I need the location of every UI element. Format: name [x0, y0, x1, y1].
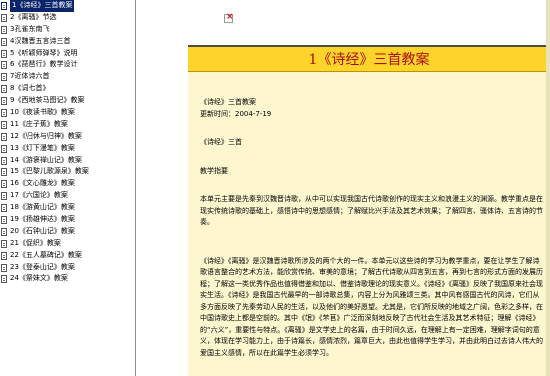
sidebar-item-label: 22《五人墓碑记》教案	[10, 250, 82, 259]
sidebar-item[interactable]: 21《促织》教案	[0, 238, 135, 250]
sidebar-item[interactable]: 9《西地茶马图记》教案	[0, 95, 135, 107]
document-icon	[1, 13, 7, 22]
sidebar-item-label: 16《文心雕龙》教案	[10, 179, 75, 188]
sidebar-item-label: 6《琵琶行》教学设计	[10, 60, 78, 69]
sidebar-item-label: 1《诗经》三首教案	[10, 0, 75, 12]
sidebar-item-label: 19《扬雄伸达》教案	[10, 215, 75, 224]
sidebar-nav: 1《诗经》三首教案 2《离骚》节选 3孔雀东南飞 4汉魏晋五言诗三首 5《听颖师弹琴》说…	[0, 0, 136, 376]
sidebar-item-label: 7近体诗六首	[10, 72, 50, 81]
document-icon	[1, 215, 7, 224]
document-icon	[1, 132, 7, 141]
sidebar-item-label: 13《灯下漫笔》教案	[10, 143, 75, 152]
sidebar-item-label: 2《离骚》节选	[10, 12, 57, 21]
sidebar-item[interactable]: 19《扬雄伸达》教案	[0, 214, 135, 226]
document-icon	[1, 97, 7, 106]
document-icon	[1, 168, 7, 177]
sidebar-item-label: 11《庄子蕉》教案	[10, 119, 68, 128]
document-icon	[1, 180, 7, 189]
sidebar-item[interactable]: 5《听颖师弹琴》说明	[0, 48, 135, 60]
document-icon	[1, 192, 7, 201]
sidebar-item-label: 20《石钟山记》教案	[10, 226, 75, 235]
sidebar-item-label: 21《促织》教案	[10, 238, 61, 247]
document-pane: 1《诗经》三首教案 《诗经》三首教案 更新时间：2004-7-19 《诗经》三首…	[188, 0, 550, 376]
document-content: 《诗经》三首教案 更新时间：2004-7-19 《诗经》三首 教学指要 本单元主…	[200, 97, 545, 359]
document-icon	[1, 49, 7, 58]
sidebar-item-label: 17《六国论》教案	[10, 191, 68, 200]
sidebar-item[interactable]: 15《巴黎儿歌源泉》教案	[0, 166, 135, 178]
sidebar-item-label: 15《巴黎儿歌源泉》教案	[10, 167, 89, 176]
sidebar-item-label: 5《听颖师弹琴》说明	[10, 48, 78, 57]
sidebar-item[interactable]: 7近体诗六首	[0, 71, 135, 83]
document-icon	[1, 108, 7, 117]
document-title: 1《诗经》三首教案	[308, 52, 430, 68]
sidebar-item-label: 3孔雀东南飞	[10, 24, 50, 33]
sidebar-item[interactable]: 2《离骚》节选	[0, 12, 135, 24]
sidebar-item-label: 4汉魏晋五言诗三首	[10, 36, 71, 45]
sidebar-item[interactable]: 23《登泰山记》教案	[0, 262, 135, 274]
document-icon	[1, 85, 7, 94]
sidebar-item-label: 24《祭妹文》教案	[10, 274, 68, 283]
sidebar-item-label: 23《登泰山记》教案	[10, 262, 75, 271]
document-icon	[1, 251, 7, 260]
sidebar-item-label: 14《游褒禅山记》教案	[10, 155, 82, 164]
document-icon	[1, 227, 7, 236]
document-icon	[1, 144, 7, 153]
sidebar-item[interactable]: 13《灯下漫笔》教案	[0, 143, 135, 155]
doc-section: 教学指要	[200, 166, 228, 175]
sidebar-item[interactable]: 3孔雀东南飞	[0, 24, 135, 36]
sidebar-item-label: 18《游黄山记》教案	[10, 203, 75, 212]
document-icon	[1, 37, 7, 46]
sidebar-item[interactable]: 4汉魏晋五言诗三首	[0, 36, 135, 48]
sidebar-item-label: 9《西地茶马图记》教案	[10, 96, 85, 105]
sidebar-item[interactable]: 8《词七首》	[0, 83, 135, 95]
sidebar-item[interactable]: 12《归休与归神》教案	[0, 131, 135, 143]
document-icon	[1, 275, 7, 284]
doc-paragraph-1: 本单元主要是先秦到汉魏晋诗歌，从中可以实现我国古代诗歌创作的现实主义和浪漫主义的…	[200, 195, 543, 226]
sidebar-item[interactable]: 18《游黄山记》教案	[0, 202, 135, 214]
doc-heading: 《诗经》三首教案	[200, 98, 256, 106]
document-title-bar: 1《诗经》三首教案	[188, 45, 550, 72]
sidebar-item[interactable]: 22《五人墓碑记》教案	[0, 250, 135, 262]
doc-subtitle: 《诗经》三首	[200, 138, 242, 146]
document-icon	[1, 239, 7, 248]
document-icon	[1, 204, 7, 213]
document-icon	[1, 156, 7, 165]
sidebar-item[interactable]: 16《文心雕龙》教案	[0, 178, 135, 190]
document-icon	[1, 25, 7, 34]
document-icon	[1, 263, 7, 272]
document-icon	[1, 73, 7, 82]
sidebar-item[interactable]: 6《琵琶行》教学设计	[0, 59, 135, 71]
sidebar-item[interactable]: 14《游褒禅山记》教案	[0, 155, 135, 167]
sidebar-item[interactable]: 11《庄子蕉》教案	[0, 119, 135, 131]
scrollbar[interactable]	[546, 0, 550, 376]
document-icon	[1, 61, 7, 70]
doc-paragraph-2: 《诗经》《离骚》是汉魏晋诗歌所涉及的两个大的一件。本单元以这些诗的学习为教学重点…	[200, 256, 543, 357]
gutter	[136, 0, 188, 376]
broken-image-icon	[224, 12, 234, 23]
document-icon	[1, 120, 7, 129]
sidebar-item[interactable]: 20《石钟山记》教案	[0, 226, 135, 238]
sidebar-item[interactable]: 10《夜读书歌》教案	[0, 107, 135, 119]
document-header	[188, 0, 550, 45]
sidebar-item-label: 12《归休与归神》教案	[10, 131, 82, 140]
sidebar-item-label: 10《夜读书歌》教案	[10, 108, 75, 117]
sidebar-item[interactable]: 24《祭妹文》教案	[0, 273, 135, 285]
sidebar-item[interactable]: 1《诗经》三首教案	[0, 0, 135, 12]
sidebar-item[interactable]: 17《六国论》教案	[0, 190, 135, 202]
sidebar-item-label: 8《词七首》	[10, 84, 50, 93]
doc-updated: 更新时间：2004-7-19	[200, 109, 272, 118]
document-icon	[1, 1, 7, 10]
